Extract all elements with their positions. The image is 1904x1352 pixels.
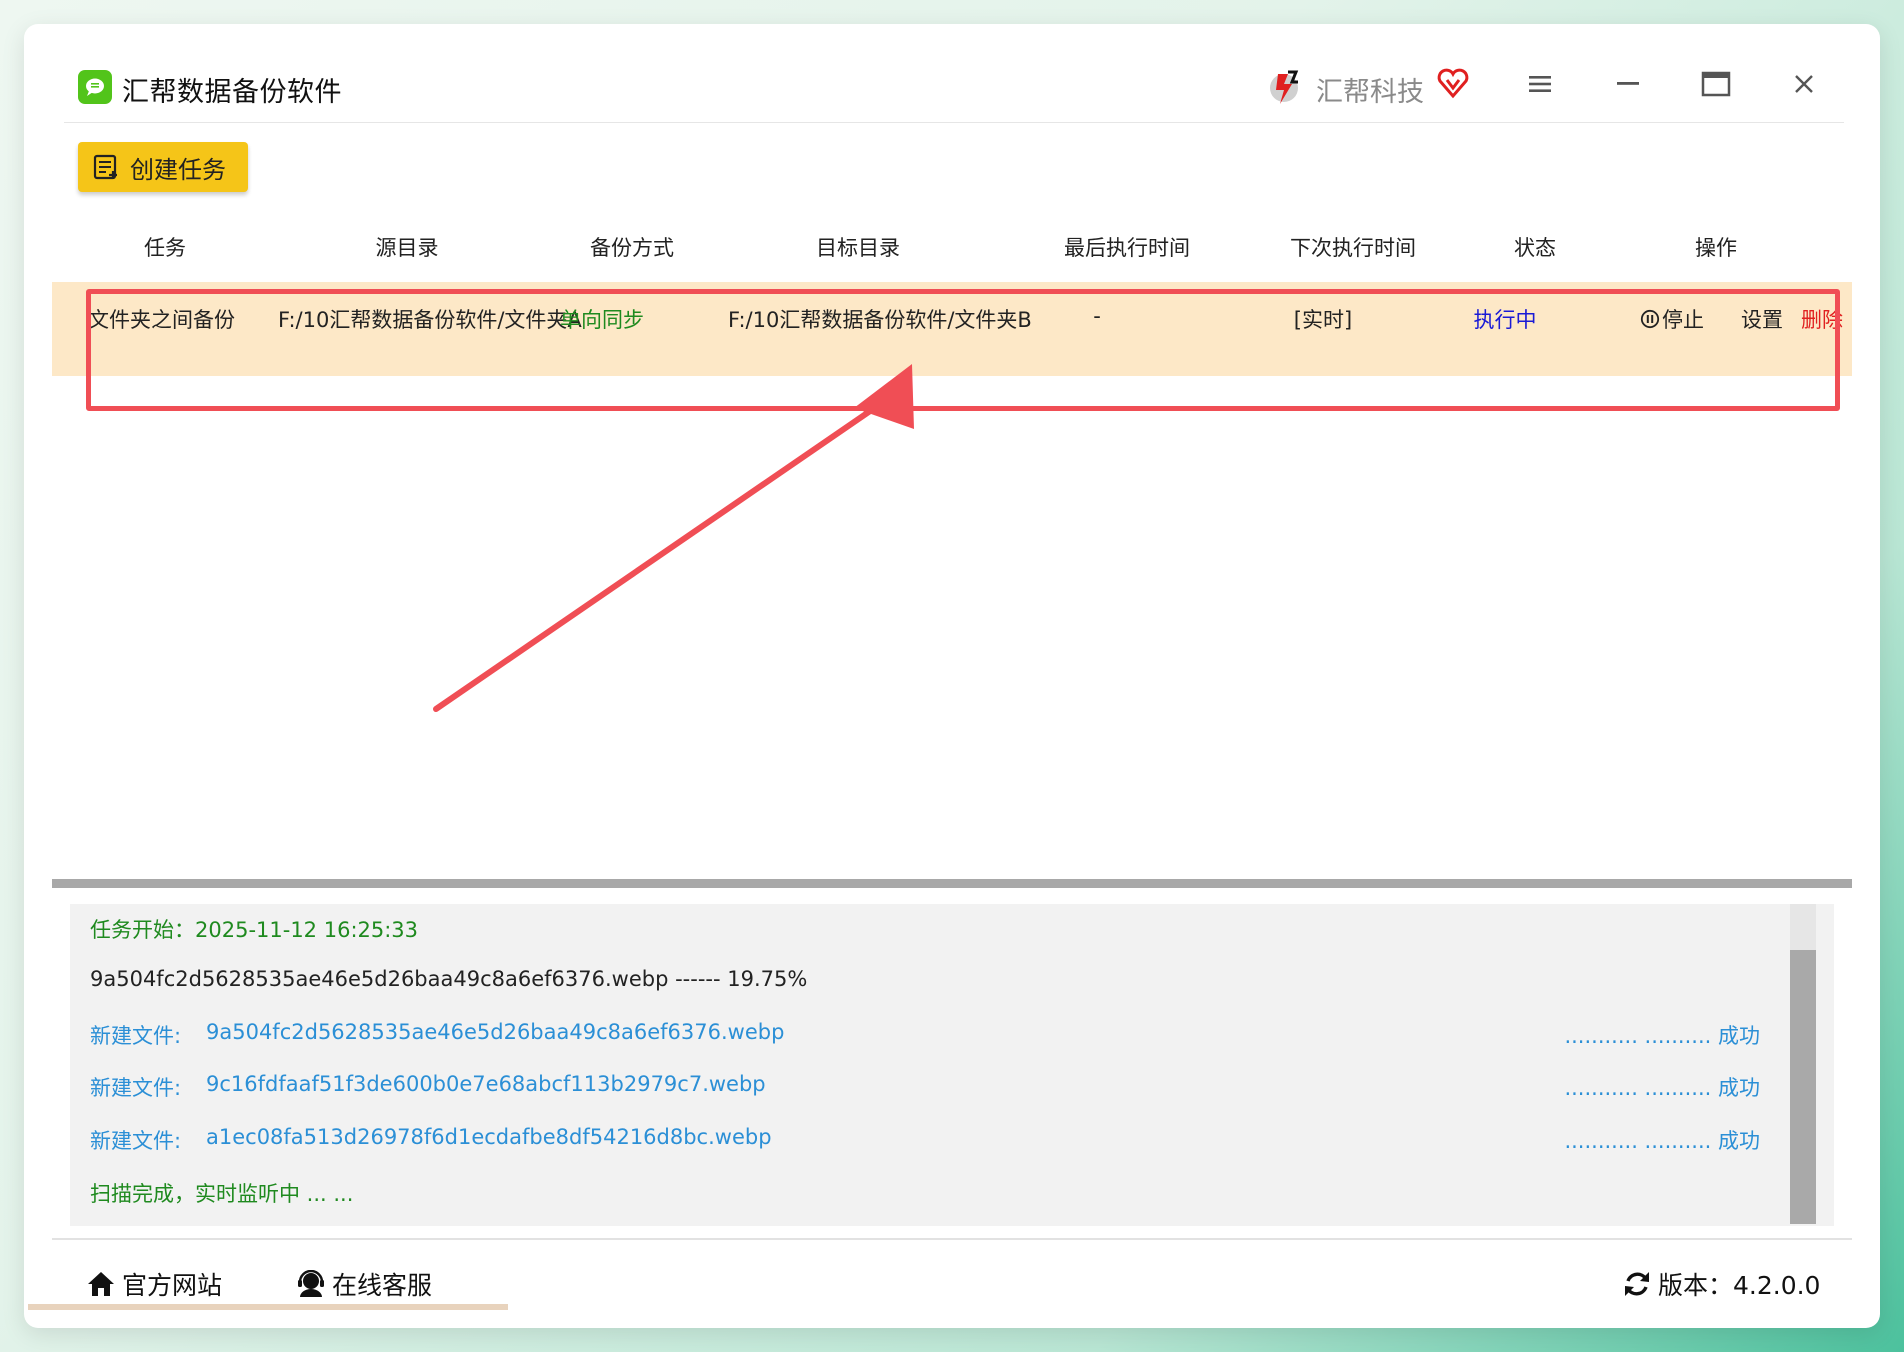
menu-icon[interactable]	[1522, 66, 1558, 102]
header-task: 任务	[144, 236, 186, 260]
version-info[interactable]: 版本：4.2.0.0	[1622, 1266, 1820, 1302]
refresh-icon	[1625, 1272, 1649, 1296]
header-target: 目标目录	[816, 236, 900, 260]
maximize-icon[interactable]	[1698, 66, 1734, 102]
create-task-button[interactable]: 创建任务	[78, 142, 248, 192]
vip-heart-icon[interactable]	[1436, 66, 1470, 100]
log-divider	[52, 1238, 1852, 1240]
official-website-label: 官方网站	[122, 1271, 223, 1300]
support-agent-icon	[298, 1270, 324, 1297]
title-bar: 汇帮数据备份软件 汇帮科技	[24, 24, 1880, 124]
home-icon	[88, 1272, 114, 1296]
log-panel: 任务开始：2025-11-12 16:25:33 9a504fc2d562853…	[70, 904, 1834, 1226]
header-method: 备份方式	[590, 236, 674, 260]
chat-app-icon	[78, 70, 112, 104]
log-start-line: 任务开始：2025-11-12 16:25:33	[90, 918, 419, 942]
header-source: 源目录	[375, 236, 439, 260]
online-support-label: 在线客服	[332, 1271, 433, 1300]
log-entry-file: a1ec08fa513d26978f6d1ecdafbe8df54216d8bc…	[206, 1125, 772, 1149]
taskbar-strip	[28, 1304, 508, 1310]
app-title: 汇帮数据备份软件	[122, 77, 342, 108]
log-end-line: 扫描完成，实时监听中 ... ...	[90, 1182, 354, 1206]
app-window: 汇帮数据备份软件 汇帮科技 创建任务 任务 源目录 备份方式 目标目录 最后执行…	[24, 24, 1880, 1328]
header-status: 状态	[1514, 236, 1556, 260]
log-entry-result: ........... .......... 成功	[1564, 1129, 1760, 1153]
brand-name: 汇帮科技	[1316, 77, 1424, 108]
task-list-icon	[93, 154, 117, 180]
log-entry-file: 9c16fdfaaf51f3de600b0e7e68abcf113b2979c7…	[206, 1072, 766, 1096]
version-label: 版本：4.2.0.0	[1658, 1271, 1821, 1300]
log-entry-prefix: 新建文件:	[90, 1076, 182, 1100]
log-entry-file: 9a504fc2d5628535ae46e5d26baa49c8a6ef6376…	[206, 1020, 785, 1044]
official-website-link[interactable]: 官方网站	[86, 1266, 222, 1302]
minimize-icon[interactable]	[1610, 66, 1646, 102]
annotation-highlight-box	[86, 289, 1840, 411]
log-entry-prefix: 新建文件:	[90, 1129, 182, 1153]
title-divider	[64, 122, 1844, 123]
brand-logo-icon	[1264, 64, 1308, 108]
table-header: 任务 源目录 备份方式 目标目录 最后执行时间 下次执行时间 状态 操作	[54, 232, 1854, 272]
header-last-run: 最后执行时间	[1064, 236, 1190, 260]
header-actions: 操作	[1695, 236, 1737, 260]
close-icon[interactable]	[1786, 66, 1822, 102]
create-task-label: 创建任务	[130, 155, 226, 184]
online-support-link[interactable]: 在线客服	[296, 1266, 432, 1302]
panel-splitter[interactable]	[52, 879, 1852, 888]
header-next-run: 下次执行时间	[1290, 236, 1416, 260]
log-entry-result: ........... .......... 成功	[1564, 1024, 1760, 1048]
log-entry-prefix: 新建文件:	[90, 1024, 182, 1048]
log-scrollbar-thumb[interactable]	[1790, 950, 1816, 1224]
log-entry-result: ........... .......... 成功	[1564, 1076, 1760, 1100]
log-progress-line: 9a504fc2d5628535ae46e5d26baa49c8a6ef6376…	[90, 967, 808, 991]
